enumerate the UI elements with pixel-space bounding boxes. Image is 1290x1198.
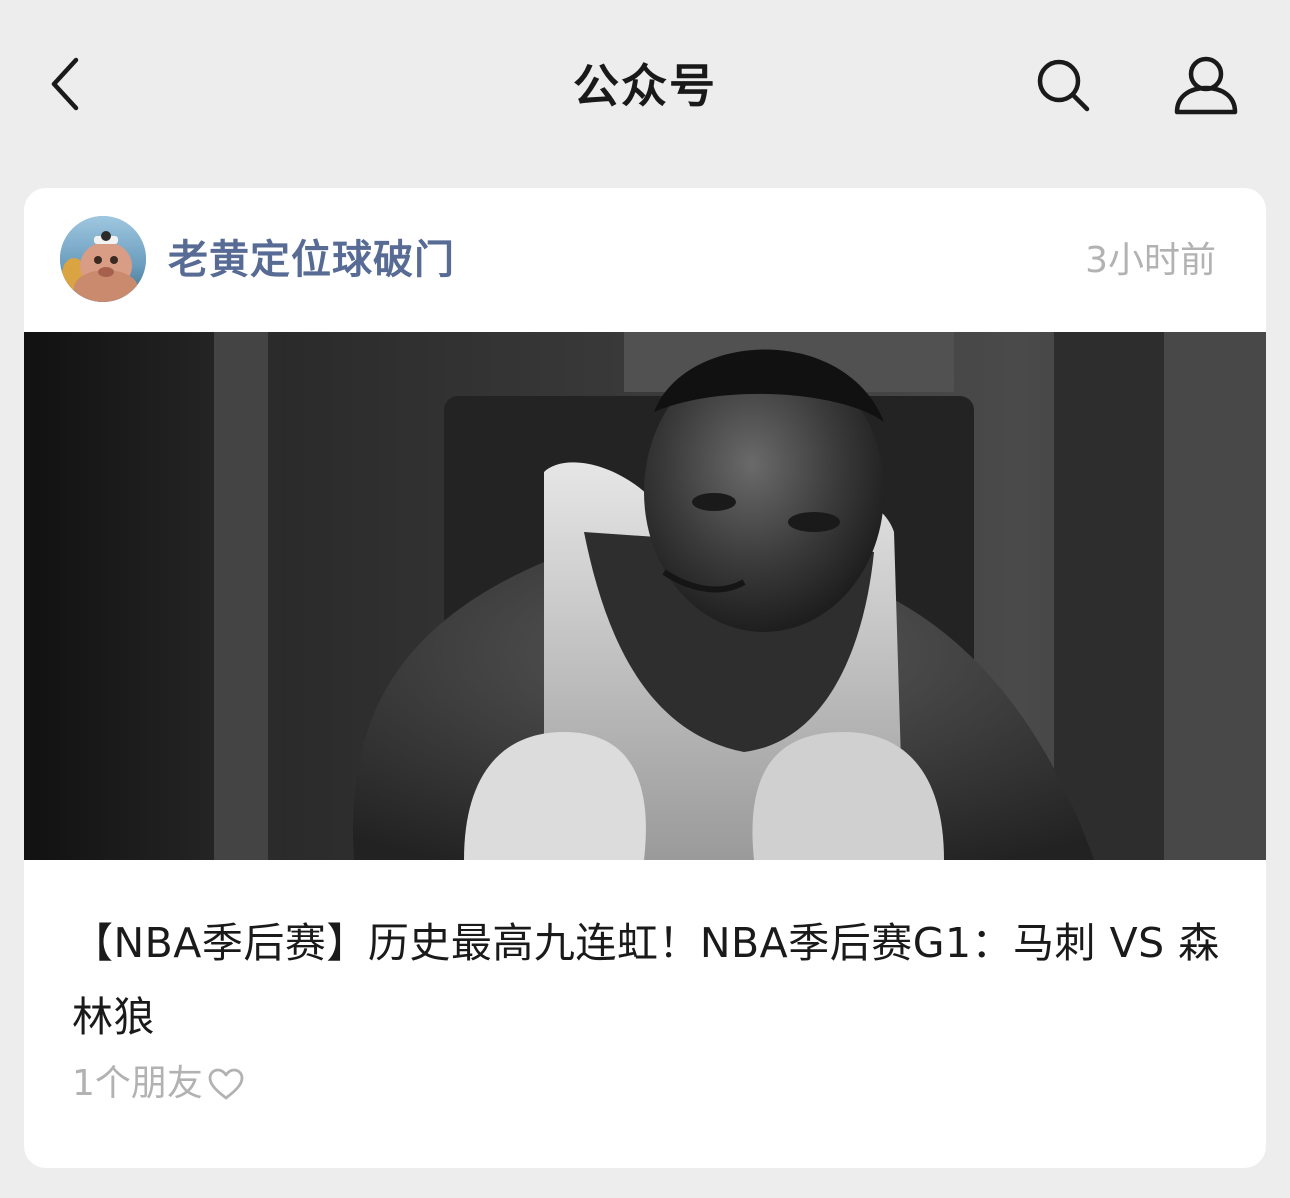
avatar[interactable] [60, 216, 146, 302]
page-title: 公众号 [573, 59, 717, 113]
heart-outline-icon[interactable] [207, 1067, 245, 1101]
search-icon[interactable] [1034, 56, 1092, 114]
friends-count-text: 1个朋友 [72, 1063, 203, 1104]
top-nav-bar: 公众号 [0, 0, 1290, 170]
avatar-image [60, 216, 146, 302]
user-profile-icon[interactable] [1172, 54, 1240, 116]
cover-photo [24, 332, 1266, 860]
account-name[interactable]: 老黄定位球破门 [168, 234, 455, 286]
post-timestamp: 3小时前 [1085, 240, 1216, 281]
friends-liked-row: 1个朋友 [72, 1058, 245, 1110]
card-header: 老黄定位球破门 3小时前 [24, 188, 1266, 332]
article-card[interactable]: 老黄定位球破门 3小时前 【NBA季后赛】历史最高九连虹！NBA季后赛G1：马刺… [24, 188, 1266, 1168]
article-title[interactable]: 【NBA季后赛】历史最高九连虹！NBA季后赛G1：马刺 VS 森林狼 [72, 906, 1222, 1054]
cover-image[interactable] [24, 332, 1266, 860]
